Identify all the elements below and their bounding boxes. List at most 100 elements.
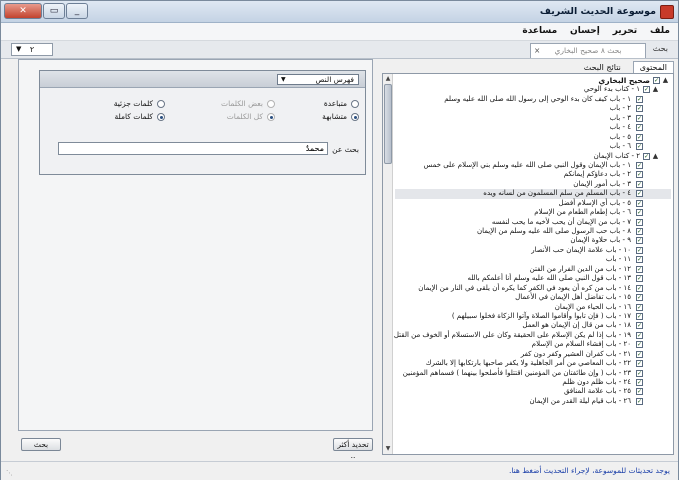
tree-checkbox[interactable]: ✓ [636, 360, 643, 368]
tab-search-document[interactable]: بحث ٨ صحيح البخاري × [530, 43, 646, 58]
tree-chapter-item[interactable]: ✓ ٩ - باب حلاوة الإيمان [395, 236, 671, 245]
tree-checkbox[interactable]: ✓ [636, 171, 643, 179]
tree-chapter-item[interactable]: ✓ ٨ - باب حب الرسول صلى الله عليه وسلم من… [395, 227, 671, 236]
tree-scrollbar[interactable]: ▲ ▼ [383, 74, 393, 454]
search-option-radio[interactable]: كلمات كاملة [115, 112, 165, 121]
tree-checkbox[interactable]: ✓ [636, 397, 643, 405]
tree-chapter-item[interactable]: ✓ ٢٠ - باب إفشاء السلام من الإسلام [395, 340, 671, 349]
tree-chapter-item[interactable]: ✓ ٤ - باب المسلم من سلم المسلمون من لسانه… [395, 189, 671, 199]
resize-grip-icon[interactable]: ⋰ [3, 469, 13, 479]
tree-checkbox[interactable]: ✓ [636, 124, 643, 132]
tree-checkbox[interactable]: ✓ [636, 275, 643, 283]
tree-checkbox[interactable]: ✓ [636, 218, 643, 226]
tree-chapter-item[interactable]: ✓ ٢٢ - باب المعاصي من أمر الجاهلية ولا يك… [395, 359, 671, 368]
index-dropdown[interactable]: فهرس النص ▼ [277, 74, 359, 85]
tree-chapter-item[interactable]: ✓ ١٦ - باب الحياء من الإيمان [395, 303, 671, 312]
tree-chapter-item[interactable]: ✓ ١٠ - باب علامة الإيمان حب الأنصار [395, 246, 671, 255]
tree-chapter-item[interactable]: ✓ ١١ - باب [395, 255, 671, 264]
tree-checkbox[interactable]: ✓ [636, 228, 643, 235]
scroll-thumb[interactable] [384, 84, 392, 164]
collapse-icon[interactable]: ▲ [652, 85, 659, 94]
tree-checkbox[interactable]: ✓ [636, 256, 643, 264]
menu-edit[interactable]: تحرير [613, 23, 637, 40]
search-option-radio[interactable]: متباعدة [324, 99, 359, 108]
tree-chapter-item[interactable]: ✓ ٢٣ - باب ( وإن طائفتان من المؤمنين اقتت… [395, 369, 671, 378]
tree-chapter-item[interactable]: ✓ ١٣ - باب قول النبي صلى الله عليه وسلم أ… [395, 274, 671, 283]
tree-chapter-item[interactable]: ✓ ٣ - باب [395, 114, 671, 123]
tree-chapter-item[interactable]: ✓ ١٩ - باب إذا لم يكن الإسلام على الحقيقة… [394, 331, 671, 340]
tree-checkbox[interactable]: ✓ [636, 265, 643, 273]
tree-checkbox[interactable]: ✓ [636, 114, 643, 122]
tree-book-item[interactable]: ▲✓٢ - كتاب الإيمان [395, 152, 671, 161]
collapse-icon[interactable]: ▲ [652, 152, 659, 161]
tree-checkbox[interactable]: ✓ [636, 190, 643, 198]
tree-chapter-item[interactable]: ✓ ٥ - باب [395, 133, 671, 142]
tree-checkbox[interactable]: ✓ [636, 180, 643, 188]
tree-chapter-item[interactable]: ✓ ١٨ - باب من قال إن الإيمان هو العمل [395, 321, 671, 330]
tab-contents[interactable]: المحتوى [632, 61, 674, 73]
tree-chapter-item[interactable]: ✓ ٤ - باب [395, 123, 671, 132]
tree-checkbox[interactable]: ✓ [636, 199, 643, 207]
tree-checkbox[interactable]: ✓ [636, 350, 643, 358]
close-button[interactable]: ✕ [4, 3, 42, 19]
update-notice-link[interactable]: يوجد تحديثات للموسوعة، لإجراء التحديث أض… [509, 466, 670, 475]
page-dropdown[interactable]: ▼ ٢ [11, 43, 53, 56]
scroll-up-icon[interactable]: ▲ [384, 75, 392, 83]
tree-checkbox[interactable]: ✓ [636, 388, 643, 396]
tree-chapter-item[interactable]: ✓ ٢ - باب دعاؤكم إيمانكم [395, 170, 671, 179]
tree-checkbox[interactable]: ✓ [636, 341, 643, 349]
tree-checkbox[interactable]: ✓ [636, 133, 643, 141]
tree-chapter-item[interactable]: ✓ ٢١ - باب كفران العشير وكفر دون كفر [395, 350, 671, 359]
search-option-radio[interactable]: كلمات جزئية [114, 99, 165, 108]
search-tab-label[interactable]: بحث [653, 44, 668, 53]
tree-checkbox[interactable]: ✓ [643, 86, 650, 94]
tree-checkbox[interactable]: ✓ [636, 312, 643, 320]
search-option-radio[interactable]: كل الكلمات [227, 112, 275, 121]
close-tab-icon[interactable]: × [534, 44, 540, 58]
search-option-radio[interactable]: بعض الكلمات [221, 99, 275, 108]
tree-chapter-item[interactable]: ✓ ١٥ - باب تفاضل أهل الإيمان في الأعمال [395, 293, 671, 302]
tree-checkbox[interactable]: ✓ [653, 77, 660, 84]
tree-checkbox[interactable]: ✓ [636, 284, 643, 292]
tree-checkbox[interactable]: ✓ [636, 143, 643, 151]
tree-checkbox[interactable]: ✓ [636, 369, 643, 377]
tree-chapter-item[interactable]: ✓ ١٤ - باب من كره أن يعود في الكفر كما يك… [395, 284, 671, 293]
tree-root-item[interactable]: ▲✓صحيح البخاري [395, 76, 671, 85]
tree-chapter-item[interactable]: ✓ ٢ - باب [395, 104, 671, 113]
menu-file[interactable]: ملف [650, 23, 670, 40]
tree-chapter-item[interactable]: ✓ ٣ - باب أمور الإيمان [395, 180, 671, 189]
menu-help[interactable]: مساعدة [522, 23, 557, 40]
tree-checkbox[interactable]: ✓ [636, 322, 643, 330]
tree-checkbox[interactable]: ✓ [636, 105, 643, 113]
tree-checkbox[interactable]: ✓ [636, 331, 643, 339]
tree-checkbox[interactable]: ✓ [636, 95, 643, 103]
search-option-radio[interactable]: متشابهة [322, 112, 359, 121]
search-button[interactable]: بحث [21, 438, 61, 451]
tree-chapter-item[interactable]: ✓ ١٧ - باب ( فإن تابوا وأقاموا الصلاة وآت… [395, 312, 671, 321]
tree-checkbox[interactable]: ✓ [643, 152, 650, 160]
search-input[interactable] [58, 142, 328, 155]
menu-ihsan[interactable]: إحسان [570, 23, 600, 40]
tree-checkbox[interactable]: ✓ [636, 209, 643, 217]
tree-book-item[interactable]: ▲✓١ - كتاب بدء الوحي [395, 85, 671, 94]
tree-chapter-item[interactable]: ✓ ٦ - باب [395, 142, 671, 151]
tree-checkbox[interactable]: ✓ [636, 237, 643, 245]
tree-chapter-item[interactable]: ✓ ٦ - باب إطعام الطعام من الإسلام [395, 208, 671, 217]
tree-checkbox[interactable]: ✓ [636, 303, 643, 311]
tree-checkbox[interactable]: ✓ [636, 379, 643, 386]
tree-chapter-item[interactable]: ✓ ٧ - باب من الإيمان أن يحب لأخيه ما يحب … [395, 218, 671, 227]
tree-chapter-item[interactable]: ✓ ١ - باب الإيمان وقول النبي صلى الله علي… [395, 161, 671, 170]
tree-chapter-item[interactable]: ✓ ١ - باب كيف كان بدء الوحي إلى رسول الله… [395, 95, 671, 104]
tree-chapter-item[interactable]: ✓ ٢٤ - باب ظلم دون ظلم [395, 378, 671, 387]
maximize-button[interactable]: ▭ [43, 3, 65, 19]
refine-search-button[interactable]: تحديد أكثر .. [333, 438, 373, 460]
tree-chapter-item[interactable]: ✓ ١٢ - باب من الدين الفرار من الفتن [395, 265, 671, 274]
tree-checkbox[interactable]: ✓ [636, 246, 643, 254]
tree-checkbox[interactable]: ✓ [636, 294, 643, 302]
scroll-down-icon[interactable]: ▼ [384, 445, 392, 453]
minimize-button[interactable]: _ [66, 3, 88, 19]
tree-chapter-item[interactable]: ✓ ٢٥ - باب علامة المنافق [395, 387, 671, 396]
tree-chapter-item[interactable]: ✓ ٢٦ - باب قيام ليلة القدر من الإيمان [395, 397, 671, 406]
tree-checkbox[interactable]: ✓ [636, 161, 643, 169]
tree-chapter-item[interactable]: ✓ ٥ - باب أي الإسلام أفضل [395, 199, 671, 208]
